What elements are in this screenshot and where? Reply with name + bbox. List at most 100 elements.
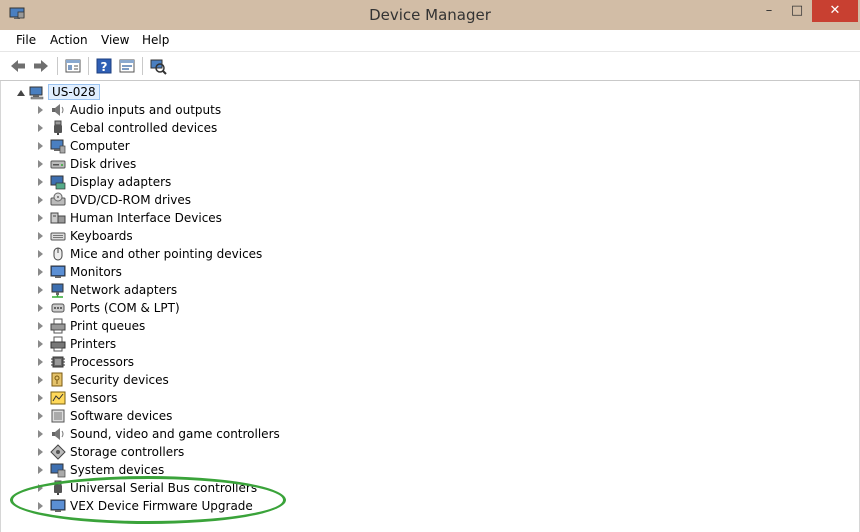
expand-arrow-icon[interactable] <box>38 286 43 294</box>
computer-icon <box>29 86 44 100</box>
expand-arrow-icon[interactable] <box>38 304 43 312</box>
tree-category-label: Cebal controlled devices <box>70 121 218 135</box>
speaker-icon <box>52 104 64 116</box>
tree-category-label: Audio inputs and outputs <box>70 103 222 117</box>
tree-category-row[interactable]: Storage controllers <box>1 443 401 461</box>
tree-category-row[interactable]: Processors <box>1 353 401 371</box>
tree-category-label: Computer <box>70 139 130 153</box>
tree-category-label: Processors <box>70 355 135 369</box>
tree-category-label: Human Interface Devices <box>70 211 222 225</box>
tree-category-label: Software devices <box>70 409 173 423</box>
tree-category-row[interactable]: VEX Device Firmware Upgrade <box>1 497 401 515</box>
tree-category-row[interactable]: Sensors <box>1 389 401 407</box>
expand-arrow-icon[interactable] <box>38 142 43 150</box>
svg-text:?: ? <box>101 60 108 74</box>
tree-category-row[interactable]: Monitors <box>1 263 401 281</box>
mouse-icon <box>53 247 63 261</box>
tree-category-row[interactable]: Cebal controlled devices <box>1 119 401 137</box>
expand-arrow-icon[interactable] <box>38 268 43 276</box>
expand-arrow-icon[interactable] <box>38 232 43 240</box>
expand-arrow-icon[interactable] <box>38 106 43 114</box>
network-adapter-icon <box>51 283 64 298</box>
expand-arrow-icon[interactable] <box>38 412 43 420</box>
speaker-icon <box>52 428 64 440</box>
tree-category-row[interactable]: Sound, video and game controllers <box>1 425 401 443</box>
keyboard-icon <box>50 232 66 241</box>
tree-category-row[interactable]: Software devices <box>1 407 401 425</box>
expand-arrow-icon[interactable] <box>38 466 43 474</box>
tree-category-row[interactable]: Ports (COM & LPT) <box>1 299 401 317</box>
back-arrow-icon[interactable] <box>9 57 27 75</box>
monitor-icon <box>50 499 66 512</box>
update-driver-icon[interactable] <box>118 57 136 75</box>
properties-icon[interactable] <box>64 57 82 75</box>
disk-drive-icon <box>50 160 66 169</box>
tree-category-row[interactable]: Print queues <box>1 317 401 335</box>
tree-category-label: Security devices <box>70 373 169 387</box>
menu-file[interactable]: File <box>16 33 36 47</box>
tree-category-row[interactable]: Security devices <box>1 371 401 389</box>
expand-arrow-icon[interactable] <box>38 196 43 204</box>
display-adapter-icon <box>50 175 66 190</box>
expand-arrow-icon[interactable] <box>38 178 43 186</box>
expand-arrow-icon[interactable] <box>38 124 43 132</box>
tree-category-label: Universal Serial Bus controllers <box>70 481 258 495</box>
tree-category-label: Printers <box>70 337 117 351</box>
expand-arrow-icon[interactable] <box>38 214 43 222</box>
title-bar[interactable]: Device Manager – □ ✕ <box>0 0 860 30</box>
expand-arrow-icon[interactable] <box>38 430 43 438</box>
tree-category-row[interactable]: Mice and other pointing devices <box>1 245 401 263</box>
expand-arrow-icon[interactable] <box>38 376 43 384</box>
tree-category-row[interactable]: Human Interface Devices <box>1 209 401 227</box>
sensor-icon <box>50 391 66 405</box>
tree-category-label: Sound, video and game controllers <box>70 427 280 441</box>
toolbar-separator <box>88 57 89 75</box>
forward-arrow-icon[interactable] <box>32 57 50 75</box>
maximize-button[interactable]: □ <box>784 0 810 22</box>
close-button[interactable]: ✕ <box>812 0 858 22</box>
expand-arrow-icon[interactable] <box>38 484 43 492</box>
scan-hardware-icon[interactable] <box>149 57 167 75</box>
tree-category-label: Mice and other pointing devices <box>70 247 263 261</box>
expand-arrow-icon[interactable] <box>38 358 43 366</box>
tree-category-label: Sensors <box>70 391 118 405</box>
expand-arrow-icon[interactable] <box>38 322 43 330</box>
tree-category-row[interactable]: Disk drives <box>1 155 401 173</box>
security-key-icon <box>51 372 63 387</box>
device-tree[interactable]: US-028 Audio inputs and outputs Cebal con… <box>0 81 860 532</box>
tree-category-row[interactable]: Computer <box>1 137 401 155</box>
menu-view[interactable]: View <box>101 33 129 47</box>
tree-category-label: Storage controllers <box>70 445 185 459</box>
expand-arrow-icon[interactable] <box>38 250 43 258</box>
tree-category-row[interactable]: Audio inputs and outputs <box>1 101 401 119</box>
expand-arrow-icon[interactable] <box>38 448 43 456</box>
expand-arrow-icon[interactable] <box>38 340 43 348</box>
tree-category-label: Network adapters <box>70 283 178 297</box>
computer-icon <box>50 139 66 154</box>
collapse-arrow-icon[interactable] <box>17 90 25 96</box>
menu-bar: File Action View Help <box>0 30 860 52</box>
tree-category-row[interactable]: Universal Serial Bus controllers <box>1 479 401 497</box>
toolbar: ? <box>0 52 860 81</box>
tree-category-label: Keyboards <box>70 229 133 243</box>
monitor-icon <box>50 265 66 278</box>
tree-category-row[interactable]: DVD/CD-ROM drives <box>1 191 401 209</box>
tree-root-label: US-028 <box>48 84 100 100</box>
expand-arrow-icon[interactable] <box>38 160 43 168</box>
tree-category-label: Display adapters <box>70 175 172 189</box>
help-icon[interactable]: ? <box>95 57 113 75</box>
expand-arrow-icon[interactable] <box>38 502 43 510</box>
toolbar-separator <box>142 57 143 75</box>
tree-category-row[interactable]: Printers <box>1 335 401 353</box>
expand-arrow-icon[interactable] <box>38 394 43 402</box>
tree-root[interactable]: US-028 <box>17 83 217 101</box>
tree-category-row[interactable]: Keyboards <box>1 227 401 245</box>
minimize-button[interactable]: – <box>756 0 782 22</box>
tree-category-row[interactable]: System devices <box>1 461 401 479</box>
tree-category-label: DVD/CD-ROM drives <box>70 193 192 207</box>
tree-category-label: Monitors <box>70 265 122 279</box>
menu-help[interactable]: Help <box>142 33 169 47</box>
tree-category-row[interactable]: Network adapters <box>1 281 401 299</box>
tree-category-row[interactable]: Display adapters <box>1 173 401 191</box>
menu-action[interactable]: Action <box>50 33 88 47</box>
